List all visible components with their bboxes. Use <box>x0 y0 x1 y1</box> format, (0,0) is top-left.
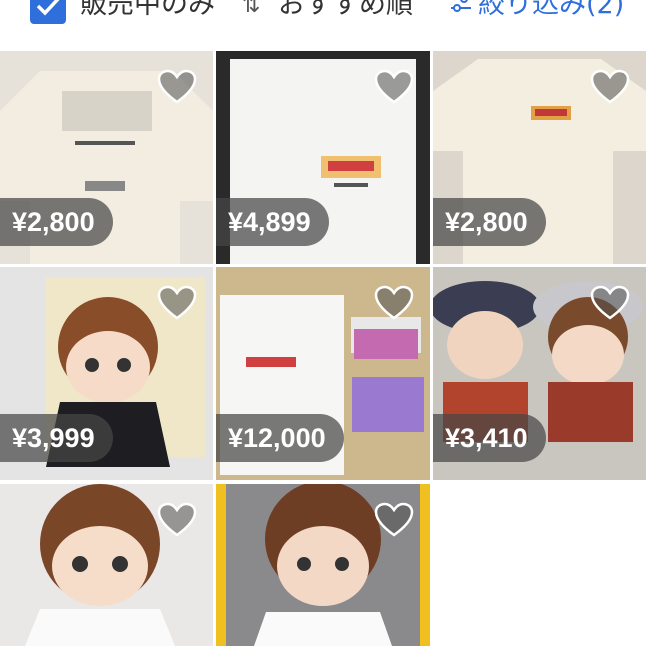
product-tile[interactable]: ¥12,000 <box>216 267 430 480</box>
heart-outline-icon[interactable] <box>157 69 197 105</box>
price-badge: ¥3,999 <box>0 414 113 462</box>
filter-bar: 販売中のみ ⇅ おすすめ順 絞り込み(2) <box>0 0 646 34</box>
price-badge: ¥12,000 <box>216 414 344 462</box>
sort-dropdown[interactable]: おすすめ順 <box>278 0 413 22</box>
heart-outline-icon[interactable] <box>157 285 197 321</box>
heart-outline-icon[interactable] <box>374 69 414 105</box>
product-tile[interactable]: ¥4,899 <box>216 51 430 264</box>
heart-outline-icon[interactable] <box>374 502 414 538</box>
product-tile[interactable]: ¥3,999 <box>0 267 213 480</box>
heart-outline-icon[interactable] <box>157 502 197 538</box>
product-tile[interactable]: ¥2,800 <box>0 51 213 264</box>
price-badge: ¥2,800 <box>433 198 546 246</box>
heart-outline-icon[interactable] <box>590 69 630 105</box>
sliders-icon <box>451 0 471 12</box>
on-sale-label[interactable]: 販売中のみ <box>80 0 215 22</box>
on-sale-checkbox[interactable] <box>30 0 66 24</box>
product-tile[interactable]: ¥3,410 <box>433 267 646 480</box>
product-tile[interactable]: ¥2,800 <box>433 51 646 264</box>
refine-label: 絞り込み(2) <box>478 0 625 20</box>
checkmark-icon <box>36 0 60 16</box>
price-badge: ¥2,800 <box>0 198 113 246</box>
price-badge: ¥4,899 <box>216 198 329 246</box>
price-badge: ¥3,410 <box>433 414 546 462</box>
heart-outline-icon[interactable] <box>590 285 630 321</box>
sort-arrows-icon[interactable]: ⇅ <box>242 0 260 23</box>
product-tile[interactable] <box>216 484 430 646</box>
product-tile[interactable] <box>0 484 213 646</box>
refine-button[interactable]: 絞り込み(2) <box>450 0 624 22</box>
heart-outline-icon[interactable] <box>374 285 414 321</box>
